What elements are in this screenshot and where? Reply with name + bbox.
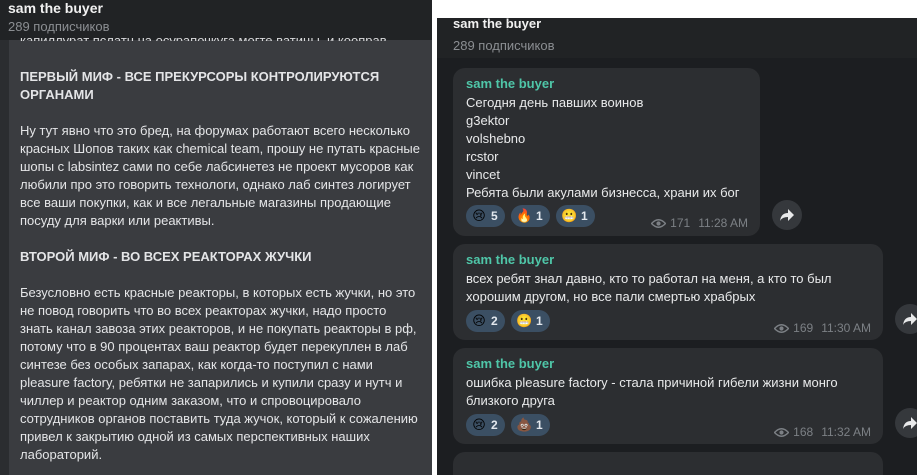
- channel-header[interactable]: sam the buyer 289 подписчиков: [437, 18, 917, 58]
- reaction-count: 1: [581, 209, 588, 223]
- crying-face-icon: 😢: [472, 313, 486, 328]
- crying-face-icon: 😢: [472, 208, 486, 223]
- message-line: хорошим другом, но все пали смертью храб…: [466, 289, 756, 304]
- reaction-grimacing[interactable]: 😬 1: [556, 205, 595, 227]
- channel-title: sam the buyer: [8, 0, 103, 16]
- message-line: близкого друга: [466, 393, 555, 408]
- forward-button[interactable]: [895, 408, 917, 438]
- message-bubble[interactable]: sam the buyer всех ребят знал давно, кто…: [453, 244, 883, 340]
- message-line: всех ребят знал давно, кто то работал на…: [466, 271, 832, 286]
- reaction-poo[interactable]: 💩 1: [511, 414, 550, 436]
- message-author: sam the buyer: [466, 76, 555, 91]
- message-meta: 168 11:32 AM: [774, 425, 871, 439]
- left-channel-panel: sam the buyer 289 подписчиков капиллурат…: [0, 0, 432, 475]
- message-line: Ребята были акулами бизнесса, храни их б…: [466, 185, 740, 200]
- subscriber-count: 289 подписчиков: [453, 38, 555, 53]
- grimacing-face-icon: 😬: [561, 208, 578, 223]
- right-channel-panel: sam the buyer 289 подписчиков sam the bu…: [437, 18, 917, 475]
- forward-button[interactable]: [772, 200, 802, 230]
- share-arrow-icon: [903, 417, 917, 429]
- grimacing-face-icon: 😬: [516, 313, 533, 328]
- message-time: 11:32 AM: [821, 425, 871, 439]
- message-line: vincet: [466, 167, 500, 182]
- share-arrow-icon: [780, 209, 794, 221]
- channel-title: sam the buyer: [453, 18, 542, 31]
- forward-button[interactable]: [895, 304, 917, 334]
- myth-2-body: Безусловно есть красные реакторы, в кото…: [20, 285, 418, 462]
- view-count: 168: [793, 425, 814, 439]
- message-line: rcstor: [466, 149, 499, 164]
- message-bubble[interactable]: sam the buyer ошибка pleasure factory - …: [453, 348, 883, 444]
- myth-2-heading: ВТОРОЙ МИФ - ВО ВСЕХ РЕАКТОРАХ ЖУЧКИ: [20, 249, 312, 264]
- view-count: 171: [670, 216, 691, 230]
- share-arrow-icon: [903, 313, 917, 325]
- message-author: sam the buyer: [466, 356, 555, 371]
- reaction-count: 1: [536, 314, 543, 328]
- reaction-crying[interactable]: 😢 5: [466, 205, 505, 227]
- message-text: всех ребят знал давно, кто то работал на…: [466, 270, 832, 306]
- myth-1-heading: ПЕРВЫЙ МИФ - ВСЕ ПРЕКУРСОРЫ КОНТРОЛИРУЮТ…: [20, 69, 380, 102]
- reaction-count: 5: [491, 209, 498, 223]
- reaction-count: 2: [491, 418, 498, 432]
- eye-icon: [651, 218, 667, 228]
- message-line: g3ektor: [466, 113, 510, 128]
- eye-icon: [774, 323, 790, 333]
- message-line: volshebno: [466, 131, 526, 146]
- reaction-count: 1: [536, 209, 543, 223]
- subscriber-count: 289 подписчиков: [8, 19, 110, 34]
- reaction-count: 2: [491, 314, 498, 328]
- pile-of-poo-icon: 💩: [516, 417, 533, 432]
- crying-face-icon: 😢: [472, 417, 486, 432]
- eye-icon: [774, 427, 790, 437]
- reaction-grimacing[interactable]: 😬 1: [511, 310, 550, 332]
- message-meta: 169 11:30 AM: [774, 321, 871, 335]
- message-time: 11:28 AM: [698, 216, 748, 230]
- reaction-count: 1: [536, 418, 543, 432]
- message-bubble[interactable]: sam the buyer Сегодня день павших воинов…: [453, 68, 760, 236]
- message-bubble-partial[interactable]: [453, 452, 883, 475]
- myth-1-body: Ну тут явно что это бред, на форумах раб…: [20, 123, 420, 228]
- message-meta: 171 11:28 AM: [651, 216, 748, 230]
- message-text: ошибка pleasure factory - стала причиной…: [466, 374, 838, 410]
- reaction-crying[interactable]: 😢 2: [466, 414, 505, 436]
- view-count: 169: [793, 321, 814, 335]
- message-text: Сегодня день павших воинов g3ektor volsh…: [466, 94, 740, 202]
- message-time: 11:30 AM: [821, 321, 871, 335]
- reaction-crying[interactable]: 😢 2: [466, 310, 505, 332]
- reaction-fire[interactable]: 🔥 1: [511, 205, 550, 227]
- message-line: ошибка pleasure factory - стала причиной…: [466, 375, 838, 390]
- message-line: Сегодня день павших воинов: [466, 95, 644, 110]
- fire-icon: 🔥: [516, 208, 533, 223]
- message-author: sam the buyer: [466, 252, 555, 267]
- truncated-text-line: капиллурат пслатн на осурапочкуга могте …: [20, 34, 420, 41]
